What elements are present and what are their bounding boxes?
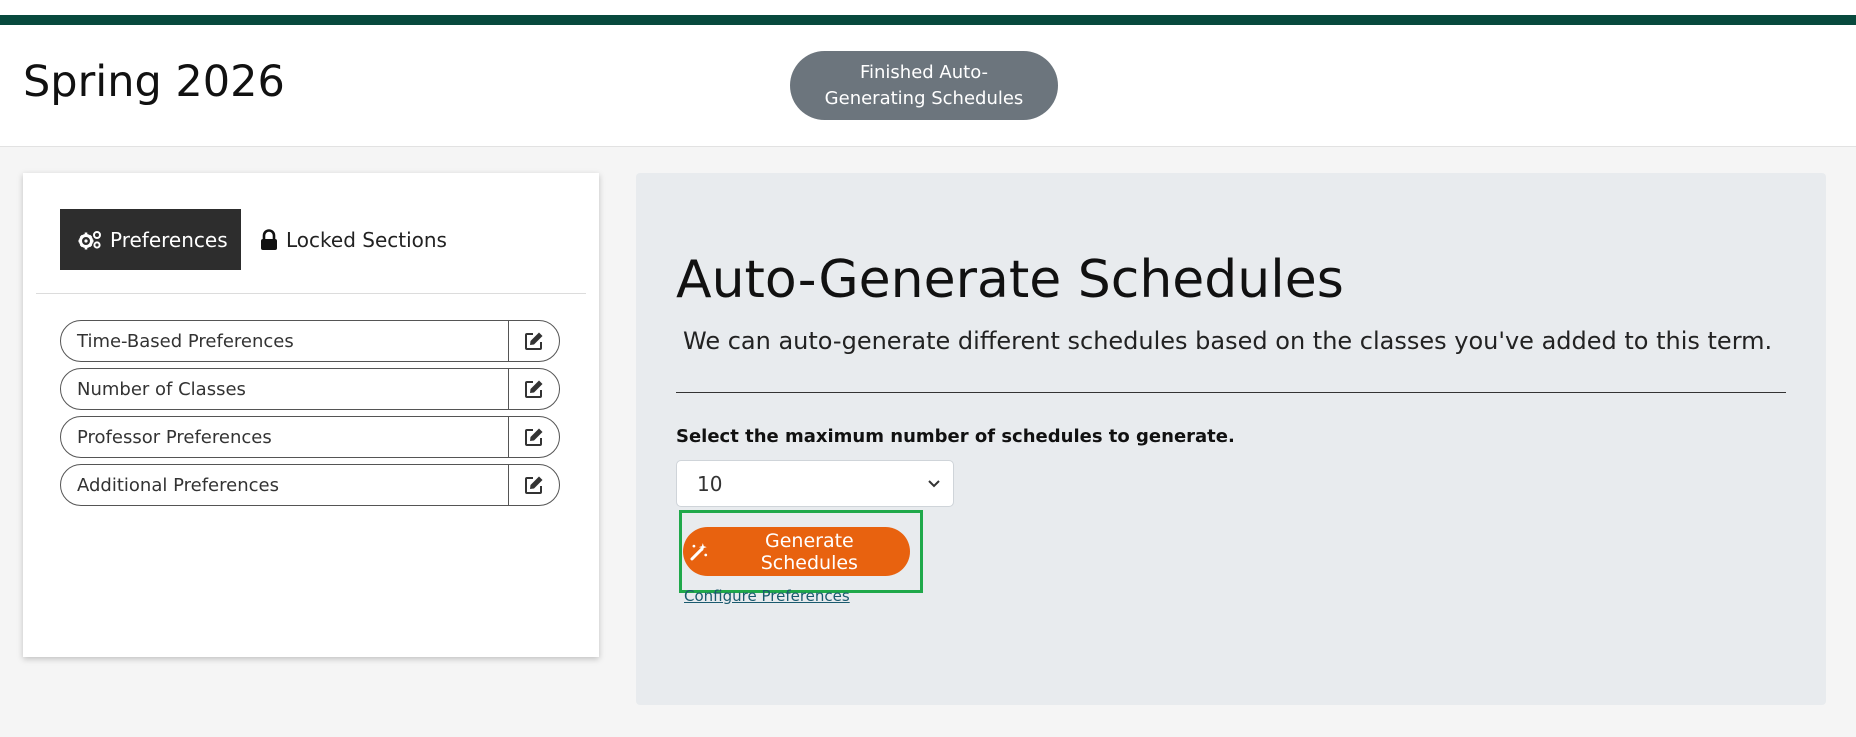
page-description: We can auto-generate different schedules… [683, 327, 1773, 355]
lock-icon [261, 228, 277, 250]
pref-item-professor: Professor Preferences [60, 416, 560, 458]
pref-item-time-based: Time-Based Preferences [60, 320, 560, 362]
auto-generate-panel: Auto-Generate Schedules We can auto-gene… [636, 173, 1826, 705]
generate-schedules-button[interactable]: Generate Schedules [683, 527, 910, 576]
brand-bar [0, 15, 1856, 25]
pref-item-label: Time-Based Preferences [77, 330, 294, 352]
preferences-card: Preferences Locked Sections Time-Based P… [23, 173, 599, 657]
tab-preferences[interactable]: Preferences [60, 209, 241, 270]
pref-item-label: Number of Classes [77, 378, 246, 400]
max-schedules-select[interactable]: 10 [676, 460, 954, 507]
gears-icon [78, 230, 101, 249]
edit-number-of-classes-button[interactable] [508, 369, 559, 409]
section-divider [676, 392, 1786, 393]
max-schedules-value: 10 [697, 471, 723, 496]
edit-additional-button[interactable] [508, 465, 559, 505]
tab-locked-sections[interactable]: Locked Sections [260, 209, 447, 270]
pref-item-label: Professor Preferences [77, 426, 272, 448]
page-header: Spring 2026 Finished Auto-Generating Sch… [0, 25, 1856, 147]
generate-schedules-label: Generate Schedules [760, 529, 858, 574]
magic-wand-icon [690, 542, 708, 560]
edit-icon [525, 428, 543, 446]
tabs-divider [36, 293, 586, 294]
edit-icon [525, 380, 543, 398]
top-strip [0, 0, 1856, 15]
configure-preferences-link[interactable]: Configure Preferences [684, 587, 850, 605]
max-schedules-label: Select the maximum number of schedules t… [676, 426, 1235, 447]
pref-item-label: Additional Preferences [77, 474, 279, 496]
pref-item-additional: Additional Preferences [60, 464, 560, 506]
status-badge: Finished Auto-Generating Schedules [790, 51, 1058, 120]
edit-time-based-button[interactable] [508, 321, 559, 361]
term-title: Spring 2026 [23, 57, 285, 107]
tab-locked-sections-label: Locked Sections [286, 227, 447, 252]
edit-icon [525, 476, 543, 494]
chevron-down-icon [928, 479, 940, 487]
tab-preferences-label: Preferences [110, 227, 228, 252]
edit-professor-button[interactable] [508, 417, 559, 457]
pref-item-number-of-classes: Number of Classes [60, 368, 560, 410]
page-title: Auto-Generate Schedules [676, 250, 1344, 310]
edit-icon [525, 332, 543, 350]
